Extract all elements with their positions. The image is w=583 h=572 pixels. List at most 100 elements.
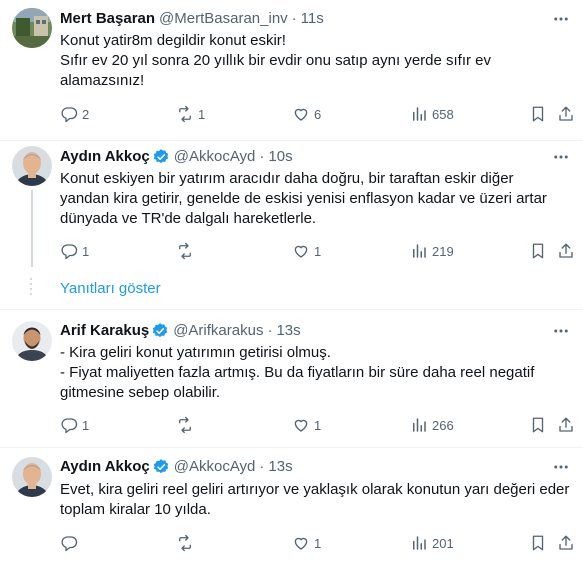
separator-dot: ·	[291, 10, 297, 27]
share-button[interactable]	[557, 533, 575, 553]
tweet-text: Evet, kira geliri reel geliri artırıyor …	[60, 480, 575, 520]
tweet-header: Arif Karakuş @Arifkarakus · 13s	[60, 321, 301, 341]
like-icon	[294, 419, 308, 432]
author-handle[interactable]: @AkkocAyd	[174, 147, 256, 167]
views-icon	[413, 418, 426, 432]
reply-icon	[61, 107, 78, 123]
author-handle[interactable]: @Arifkarakus	[173, 321, 263, 341]
like-button[interactable]: 1	[292, 241, 321, 261]
show-replies-link[interactable]: Yanıtları göster	[0, 270, 583, 310]
tweet-header: Aydın Akkoç @AkkocAyd · 10s	[60, 147, 293, 167]
more-icon[interactable]	[551, 321, 571, 341]
like-button[interactable]: 1	[292, 533, 321, 553]
action-bar: 1 1 266	[60, 415, 575, 435]
action-bar: 2 1 6 658	[60, 104, 575, 124]
tweet-1[interactable]: Mert Başaran @MertBasaran_inv · 11s Konu…	[0, 0, 583, 140]
like-icon	[294, 108, 308, 121]
tweet-text-line: - Kira geliri konut yatırımın getirisi o…	[60, 344, 331, 361]
avatar[interactable]	[12, 146, 52, 186]
bookmark-button[interactable]	[529, 415, 547, 435]
retweet-count: 1	[198, 106, 206, 122]
retweet-button[interactable]	[176, 415, 198, 435]
reply-button[interactable]	[60, 533, 82, 553]
like-button[interactable]: 6	[292, 104, 321, 124]
bookmark-icon	[532, 417, 544, 433]
retweet-button[interactable]	[176, 241, 198, 261]
tweet-text-line: toplam kiralar 10 yılda.	[60, 501, 211, 518]
separator-dot: ·	[259, 458, 265, 475]
share-icon	[559, 417, 573, 432]
like-count: 1	[314, 243, 322, 259]
tweet-text: Konut eskiyen bir yatırım aracıdır daha …	[60, 169, 575, 229]
views-button[interactable]: 219	[410, 241, 454, 261]
tweet-3[interactable]: Arif Karakuş @Arifkarakus · 13s - Kira g…	[0, 310, 583, 450]
views-icon	[413, 244, 426, 258]
views-icon	[413, 536, 426, 550]
separator-dot: ·	[267, 322, 273, 339]
author-handle[interactable]: @MertBasaran_inv	[159, 9, 288, 29]
reply-icon	[61, 244, 78, 260]
author-name[interactable]: Mert Başaran	[60, 9, 155, 29]
bookmark-button[interactable]	[529, 104, 547, 124]
views-count: 201	[432, 535, 454, 551]
tweet-text-line: Konut eskiyen bir yatırım aracıdır daha …	[60, 170, 514, 187]
views-button[interactable]: 658	[410, 104, 454, 124]
reply-button[interactable]: 1	[60, 415, 89, 435]
tweet-text: Konut yatir8m degildir konut eskir! Sıfı…	[60, 31, 575, 91]
views-count: 658	[432, 106, 454, 122]
tweet-text-line: yandan kira getirir, genelde de eskisi y…	[60, 190, 547, 207]
tweet-4[interactable]: Aydın Akkoç @AkkocAyd · 13s Evet, kira g…	[0, 448, 583, 572]
views-button[interactable]: 201	[410, 533, 454, 553]
timestamp[interactable]: 10s	[268, 147, 292, 167]
bookmark-icon	[532, 243, 544, 259]
avatar[interactable]	[12, 321, 52, 361]
share-button[interactable]	[557, 104, 575, 124]
share-button[interactable]	[557, 415, 575, 435]
tweet-text-line: Konut yatir8m degildir konut eskir!	[60, 32, 286, 49]
timestamp[interactable]: 13s	[276, 321, 300, 341]
verified-badge-icon	[153, 149, 168, 164]
author-name[interactable]: Aydın Akkoç	[60, 457, 150, 477]
more-icon[interactable]	[551, 9, 571, 29]
reply-count: 1	[82, 243, 90, 259]
share-icon	[559, 243, 573, 258]
avatar[interactable]	[12, 457, 52, 497]
reply-button[interactable]: 1	[60, 241, 89, 261]
tweet-text-line: alamazsınız!	[60, 72, 145, 89]
like-button[interactable]: 1	[292, 415, 321, 435]
bookmark-button[interactable]	[529, 241, 547, 261]
action-bar: 1 1 219	[60, 241, 575, 261]
thread-line	[31, 190, 33, 267]
share-icon	[559, 535, 573, 550]
author-name[interactable]: Aydın Akkoç	[60, 147, 150, 167]
bookmark-icon	[532, 106, 544, 122]
author-name[interactable]: Arif Karakuş	[60, 321, 149, 341]
views-button[interactable]: 266	[410, 415, 454, 435]
like-count: 1	[314, 417, 322, 433]
views-count: 219	[432, 243, 454, 259]
retweet-button[interactable]	[176, 533, 198, 553]
views-count: 266	[432, 417, 454, 433]
tweet-text: - Kira geliri konut yatırımın getirisi o…	[60, 343, 575, 403]
reply-button[interactable]: 2	[60, 104, 89, 124]
more-icon[interactable]	[551, 147, 571, 167]
bookmark-icon	[532, 535, 544, 551]
avatar[interactable]	[12, 8, 52, 48]
timestamp[interactable]: 11s	[301, 9, 324, 29]
retweet-icon	[179, 534, 191, 552]
retweet-button[interactable]: 1	[176, 104, 205, 124]
tweet-2[interactable]: Aydın Akkoç @AkkocAyd · 10s Konut eskiye…	[0, 141, 583, 267]
tweet-text-line: dünyada ve TR'de dalgalı hareketlerle.	[60, 210, 317, 227]
like-icon	[294, 537, 308, 550]
share-button[interactable]	[557, 241, 575, 261]
more-icon[interactable]	[551, 457, 571, 477]
author-handle[interactable]: @AkkocAyd	[174, 457, 256, 477]
timestamp[interactable]: 13s	[268, 457, 292, 477]
separator-dot: ·	[259, 148, 265, 165]
show-replies-label[interactable]: Yanıtları göster	[60, 280, 161, 297]
bookmark-button[interactable]	[529, 533, 547, 553]
thread-dots	[29, 278, 33, 298]
tweet-header: Mert Başaran @MertBasaran_inv · 11s	[60, 9, 324, 29]
reply-icon	[61, 536, 78, 552]
reply-icon	[61, 418, 78, 434]
